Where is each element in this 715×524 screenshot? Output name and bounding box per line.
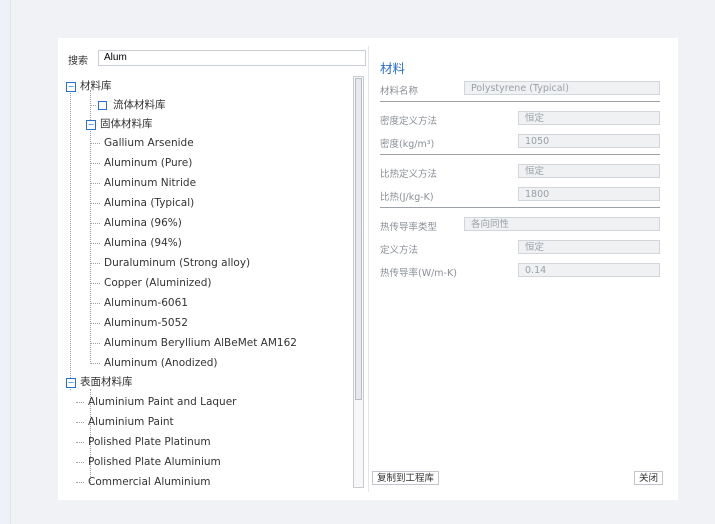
tree-line: [70, 90, 71, 390]
collapse-icon[interactable]: −: [86, 120, 96, 130]
density-method-field[interactable]: 恒定: [518, 111, 660, 125]
search-label: 搜索: [68, 56, 88, 67]
conductivity-field[interactable]: 0.14: [518, 263, 660, 277]
section-separator: [380, 101, 660, 102]
material-name-field[interactable]: Polystyrene (Typical): [464, 81, 660, 95]
tree-line: [90, 124, 91, 364]
specific-heat-field[interactable]: 1800: [518, 187, 660, 201]
section-separator: [380, 154, 660, 155]
tree-node-label: 表面材料库: [80, 376, 133, 388]
material-properties-panel: 材料 材料名称 Polystyrene (Typical) 密度定义方法 恒定 …: [372, 52, 670, 492]
conductivity-label: 热传导率(W/m-K): [380, 268, 457, 279]
conductivity-type-label: 热传导率类型: [380, 222, 438, 233]
specific-heat-method-label: 比热定义方法: [380, 169, 438, 180]
leaf-node-icon: [98, 101, 107, 110]
panel-divider: [368, 46, 369, 492]
material-library-dialog: 搜索 − 材料库 流体材料库 − 固体材料库 Gallium Arsenide …: [58, 38, 678, 500]
specific-heat-label: 比热(J/kg-K): [380, 192, 434, 203]
definition-method-label: 定义方法: [380, 245, 419, 256]
material-name-label: 材料名称: [380, 86, 419, 97]
tree-node-label: 材料库: [80, 80, 112, 92]
collapse-icon[interactable]: −: [66, 378, 76, 388]
definition-method-field[interactable]: 恒定: [518, 240, 660, 254]
conductivity-type-field[interactable]: 各向同性: [464, 217, 660, 231]
copy-to-project-button[interactable]: 复制到工程库: [372, 471, 440, 485]
search-input[interactable]: [98, 50, 366, 66]
close-button[interactable]: 关闭: [634, 471, 664, 485]
density-label: 密度(kg/m³): [380, 139, 435, 150]
tree-node-label: 流体材料库: [113, 99, 166, 111]
density-method-label: 密度定义方法: [380, 116, 438, 127]
section-separator: [380, 207, 660, 208]
material-title: 材料: [380, 61, 406, 76]
tree-line: [90, 90, 91, 124]
density-field[interactable]: 1050: [518, 134, 660, 148]
tree-scrollbar[interactable]: [353, 76, 364, 488]
material-tree: − 材料库 流体材料库 − 固体材料库 Gallium Arsenide Alu…: [66, 80, 297, 488]
scrollbar-thumb[interactable]: [355, 78, 362, 400]
left-edge-strip: [0, 0, 11, 524]
tree-node-label: 固体材料库: [100, 118, 153, 130]
specific-heat-method-field[interactable]: 恒定: [518, 164, 660, 178]
collapse-icon[interactable]: −: [66, 82, 76, 92]
